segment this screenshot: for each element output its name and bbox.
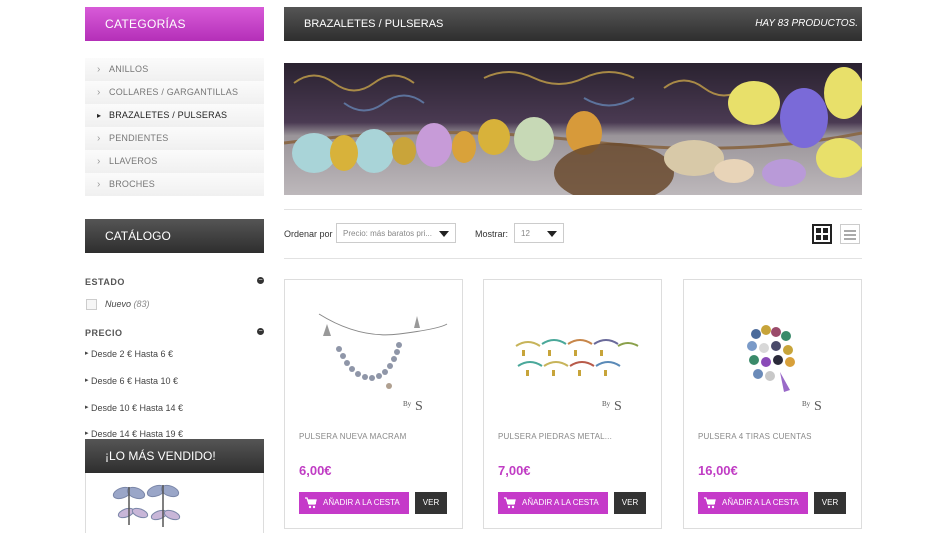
brand-logo: By (602, 400, 611, 408)
precio-title: PRECIO (85, 328, 123, 338)
sort-select[interactable]: Precio: más baratos pri... (336, 223, 456, 243)
add-to-cart-label: AÑADIR A LA CESTA (722, 498, 799, 507)
add-to-cart-label: AÑADIR A LA CESTA (522, 498, 599, 507)
divider (284, 258, 862, 259)
estado-nuevo-count: (83) (133, 299, 150, 309)
view-button[interactable]: VER (814, 492, 846, 514)
minus-circle-icon[interactable]: − (257, 328, 264, 335)
product-image[interactable]: By S (498, 294, 648, 419)
list-view-icon (844, 230, 856, 240)
brand-logo: S (415, 399, 423, 414)
product-card[interactable]: By S PULSERA 4 TIRAS CUENTAS 16,00€ AÑAD… (683, 279, 862, 529)
categories-header: CATEGORÍAS (85, 7, 264, 41)
product-card[interactable]: By S PULSERA PIEDRAS METAL... 7,00€ AÑAD… (483, 279, 662, 529)
estado-nuevo-checkbox[interactable] (86, 299, 97, 310)
category-list: ANILLOS COLLARES / GARGANTILLAS BRAZALET… (85, 58, 264, 196)
brand-logo: By (403, 400, 412, 408)
grid-view-button[interactable] (812, 224, 832, 244)
category-item-brazaletes[interactable]: BRAZALETES / PULSERAS (85, 104, 264, 127)
add-to-cart-button[interactable]: AÑADIR A LA CESTA (498, 492, 608, 514)
product-name[interactable]: PULSERA NUEVA MACRAM (299, 432, 406, 441)
category-item-broches[interactable]: BROCHES (85, 173, 264, 196)
add-to-cart-button[interactable]: AÑADIR A LA CESTA (698, 492, 808, 514)
list-view-button[interactable] (840, 224, 860, 244)
show-select[interactable]: 12 (514, 223, 564, 243)
category-item-anillos[interactable]: ANILLOS (85, 58, 264, 81)
sort-label: Ordenar por (284, 229, 333, 239)
product-name[interactable]: PULSERA PIEDRAS METAL... (498, 432, 612, 441)
caret-down-icon (439, 231, 449, 237)
show-value: 12 (521, 229, 530, 238)
category-item-pendientes[interactable]: PENDIENTES (85, 127, 264, 150)
brand-logo: S (614, 399, 622, 414)
product-count: HAY 83 PRODUCTOS. (755, 18, 858, 29)
estado-title: ESTADO (85, 277, 125, 287)
catalog-header: CATÁLOGO (85, 219, 264, 253)
category-banner-image (284, 63, 862, 195)
category-item-llaveros[interactable]: LLAVEROS (85, 150, 264, 173)
cart-icon (504, 497, 516, 509)
product-price: 6,00€ (299, 463, 332, 478)
cart-icon (704, 497, 716, 509)
sort-value: Precio: más baratos pri... (343, 229, 432, 238)
product-card[interactable]: By S PULSERA NUEVA MACRAM 6,00€ AÑADIR A… (284, 279, 463, 529)
category-item-collares[interactable]: COLLARES / GARGANTILLAS (85, 81, 264, 104)
bestseller-product-image[interactable] (104, 483, 204, 533)
brand-logo: By (802, 400, 811, 408)
minus-circle-icon[interactable]: − (257, 277, 264, 284)
view-button[interactable]: VER (614, 492, 646, 514)
estado-nuevo-option[interactable]: Nuevo (83) (105, 299, 150, 309)
product-price: 16,00€ (698, 463, 738, 478)
add-to-cart-label: AÑADIR A LA CESTA (323, 498, 400, 507)
page-title: BRAZALETES / PULSERAS (304, 18, 444, 30)
view-button[interactable]: VER (415, 492, 447, 514)
grid-view-icon (816, 228, 828, 240)
cart-icon (305, 497, 317, 509)
product-name[interactable]: PULSERA 4 TIRAS CUENTAS (698, 432, 812, 441)
bestseller-panel (85, 473, 264, 533)
product-price: 7,00€ (498, 463, 531, 478)
product-image[interactable]: By S (698, 294, 848, 419)
product-image[interactable]: By S (299, 294, 449, 419)
show-label: Mostrar: (475, 229, 509, 239)
add-to-cart-button[interactable]: AÑADIR A LA CESTA (299, 492, 409, 514)
divider (284, 209, 862, 210)
bestseller-header: ¡LO MÁS VENDIDO! (85, 439, 264, 473)
brand-logo: S (814, 399, 822, 414)
category-title-bar: BRAZALETES / PULSERAS HAY 83 PRODUCTOS. (284, 7, 862, 41)
estado-nuevo-label: Nuevo (105, 299, 132, 309)
caret-down-icon (547, 231, 557, 237)
